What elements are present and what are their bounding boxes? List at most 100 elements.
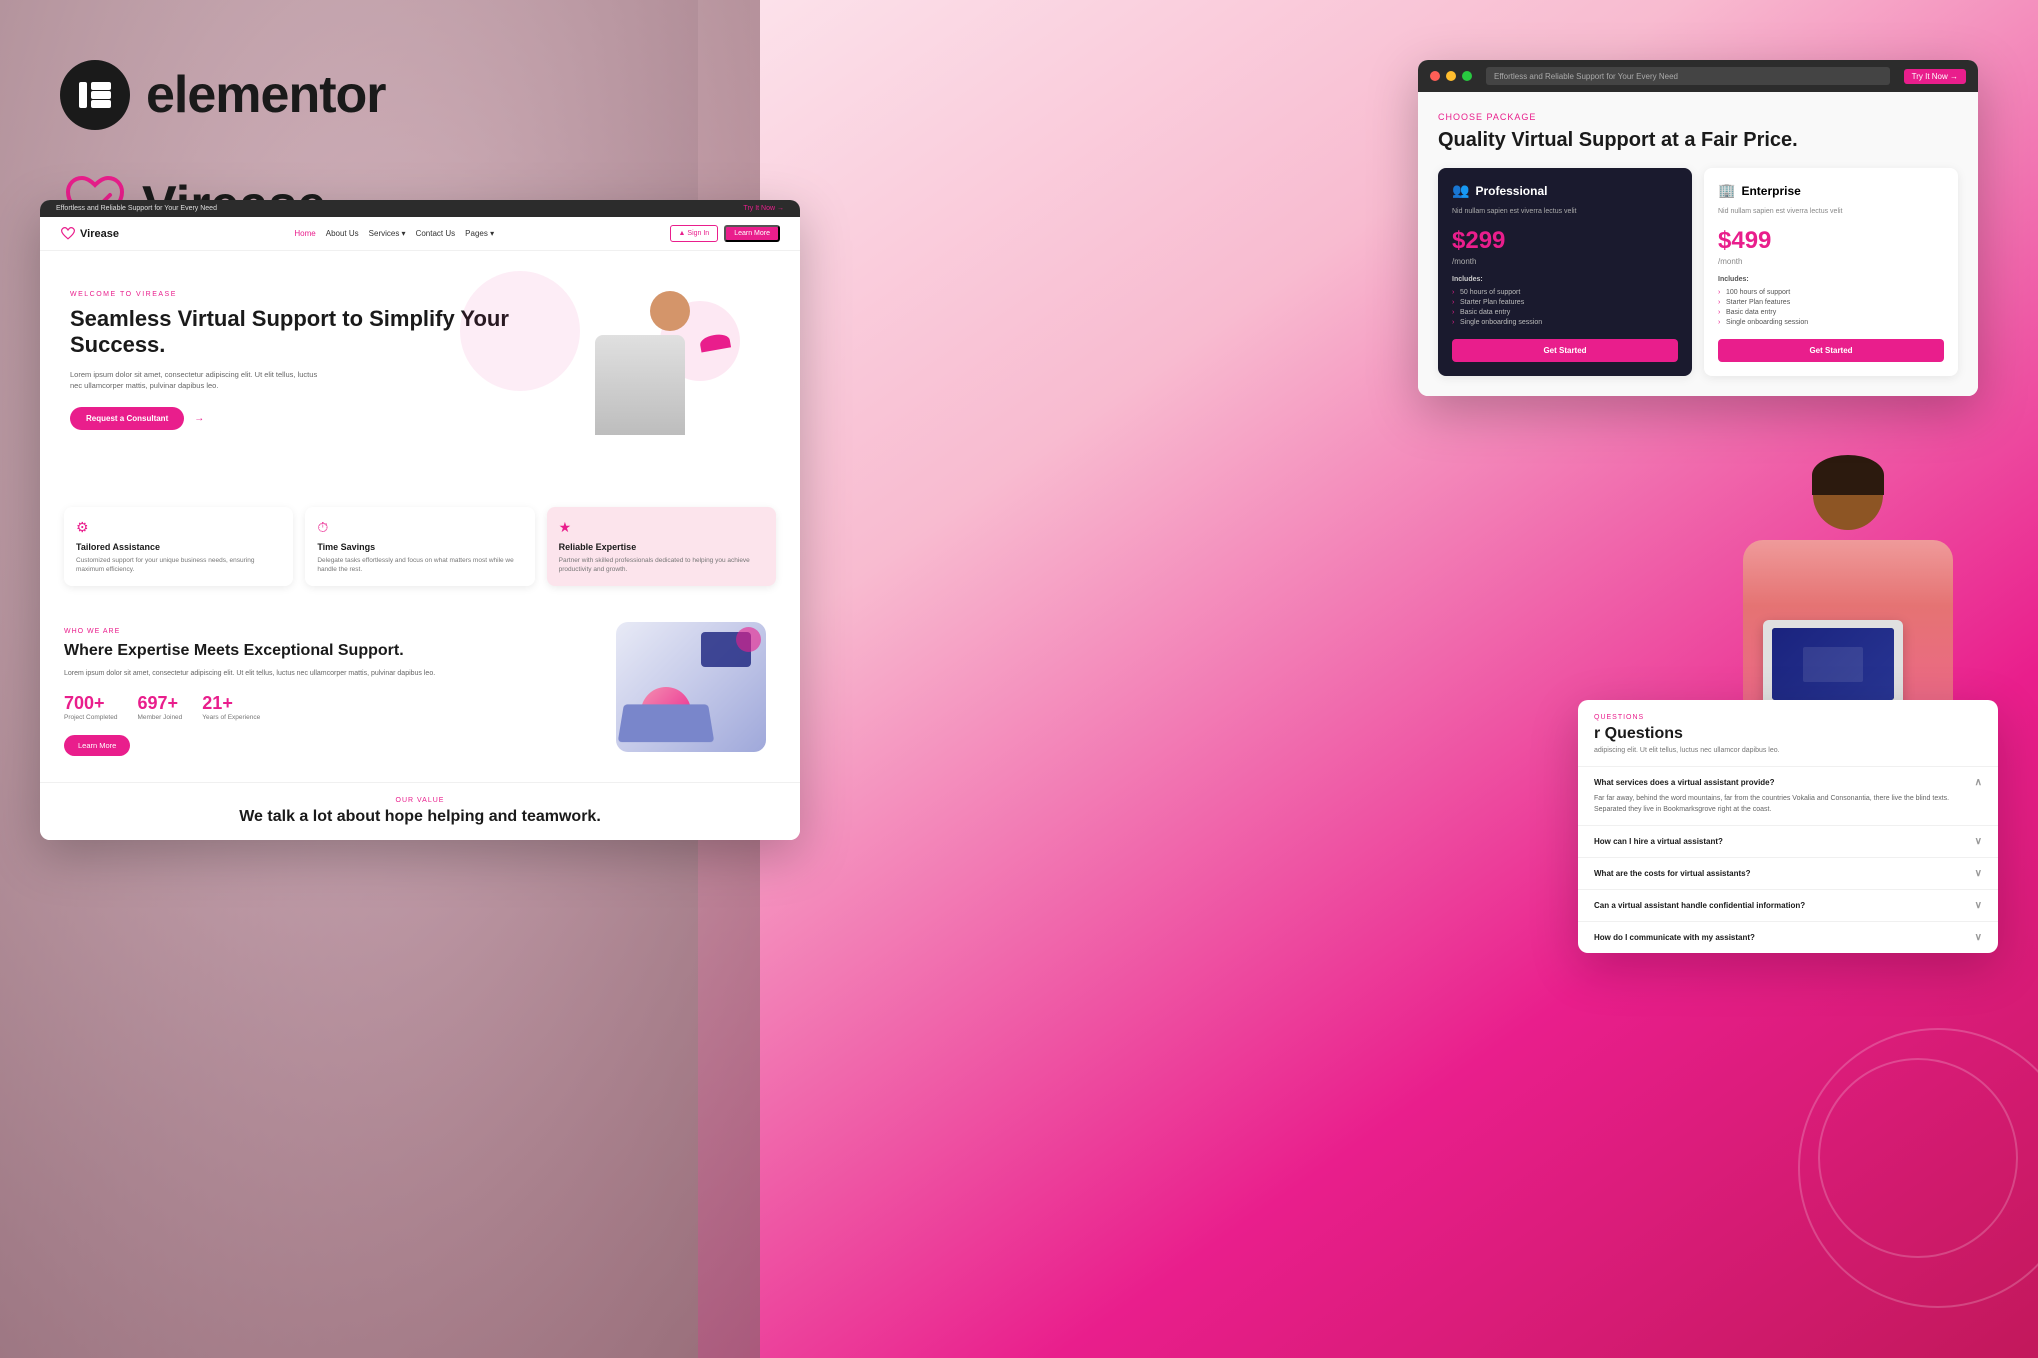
stat-number-1: 700+ <box>64 693 117 714</box>
pricing-cta-pro[interactable]: Get Started <box>1452 339 1678 362</box>
stat-label-1: Project Completed <box>64 714 117 721</box>
hero-image <box>570 281 770 481</box>
about-section: WHO WE ARE Where Expertise Meets Excepti… <box>40 602 800 782</box>
faq-chevron-5: ∨ <box>1975 932 1982 943</box>
faq-chevron-1: ∧ <box>1975 777 1982 788</box>
pricing-name-pro: Professional <box>1475 184 1547 198</box>
about-eyebrow: WHO WE ARE <box>64 628 596 635</box>
site-logo: Virease <box>60 226 119 242</box>
stat-3: 21+ Years of Experience <box>202 693 260 721</box>
stat-1: 700+ Project Completed <box>64 693 117 721</box>
woman-head <box>650 291 690 331</box>
nav-item-about[interactable]: About Us <box>326 229 359 238</box>
learnmore-button[interactable]: Learn More <box>724 225 780 242</box>
faq-item-3[interactable]: What are the costs for virtual assistant… <box>1578 857 1998 889</box>
faq-panel: QUESTIONS r Questions adipiscing elit. U… <box>1578 700 1998 953</box>
elementor-icon <box>60 60 130 130</box>
pricing-cta-ent[interactable]: Get Started <box>1718 339 1944 362</box>
pricing-feature-ent-2: Starter Plan features <box>1718 299 1944 306</box>
elementor-text: elementor <box>146 65 386 125</box>
about-desc: Lorem ipsum dolor sit amet, consectetur … <box>64 669 596 680</box>
faq-item-1[interactable]: What services does a virtual assistant p… <box>1578 766 1998 825</box>
faq-desc: adipiscing elit. Ut elit tellus, luctus … <box>1578 747 1998 766</box>
pricing-desc-ent: Nid nullam sapien est viverra lectus vel… <box>1718 207 1944 217</box>
pricing-icon-pro: 👥 <box>1452 182 1469 199</box>
browser-dot-yellow <box>1446 71 1456 81</box>
faq-chevron-3: ∨ <box>1975 868 1982 879</box>
nav-item-home[interactable]: Home <box>294 229 315 238</box>
about-cta-button[interactable]: Learn More <box>64 735 130 756</box>
about-image <box>616 622 776 762</box>
faq-answer-1: Far far away, behind the word mountains,… <box>1594 794 1982 815</box>
service-cards-row: ⚙ Tailored Assistance Customized support… <box>40 491 800 602</box>
main-browser: Effortless and Reliable Support for Your… <box>40 200 800 840</box>
nav-items: Home About Us Services ▾ Contact Us Page… <box>131 229 658 238</box>
pricing-price-pro: $299 <box>1452 227 1678 255</box>
pricing-icon-ent: 🏢 <box>1718 182 1735 199</box>
pricing-feature-ent-1: 100 hours of support <box>1718 289 1944 296</box>
pricing-feature-pro-2: Starter Plan features <box>1452 299 1678 306</box>
pricing-card-professional: 👥 Professional Nid nullam sapien est viv… <box>1438 168 1692 376</box>
hero-content: WELCOME TO VIREASE Seamless Virtual Supp… <box>70 281 570 430</box>
faq-eyebrow: QUESTIONS <box>1578 700 1998 725</box>
service-title-1: Tailored Assistance <box>76 542 281 552</box>
stats-row: 700+ Project Completed 697+ Member Joine… <box>64 693 596 721</box>
pricing-includes-ent: Includes: <box>1718 276 1944 283</box>
stat-label-2: Member Joined <box>137 714 182 721</box>
woman2-hair <box>1812 455 1884 495</box>
site-logo-icon <box>60 226 76 242</box>
service-card-1: ⚙ Tailored Assistance Customized support… <box>64 507 293 586</box>
hero-deco-circle <box>460 271 580 391</box>
announcement-cta[interactable]: Try It Now → <box>743 205 784 212</box>
nav-item-pages[interactable]: Pages ▾ <box>465 229 494 238</box>
pricing-period-pro: /month <box>1452 257 1678 266</box>
announcement-text: Effortless and Reliable Support for Your… <box>56 205 217 212</box>
woman2-head <box>1813 460 1883 530</box>
faq-item-5[interactable]: How do I communicate with my assistant? … <box>1578 921 1998 953</box>
faq-item-4[interactable]: Can a virtual assistant handle confident… <box>1578 889 1998 921</box>
pricing-includes-pro: Includes: <box>1452 276 1678 283</box>
isometric-bubble <box>736 627 761 652</box>
signin-button[interactable]: ▲ Sign In <box>670 225 719 242</box>
about-title: Where Expertise Meets Exceptional Suppor… <box>64 641 596 660</box>
pricing-cards: 👥 Professional Nid nullam sapien est viv… <box>1438 168 1958 376</box>
faq-question-1: What services does a virtual assistant p… <box>1594 777 1982 788</box>
elementor-logo: elementor <box>60 60 700 130</box>
faq-chevron-2: ∨ <box>1975 836 1982 847</box>
bottom-title: We talk a lot about hope helping and tea… <box>64 808 776 826</box>
pricing-label: CHOOSE PACKAGE <box>1438 112 1958 122</box>
topbar-cta[interactable]: Try It Now → <box>1904 69 1966 84</box>
service-icon-3: ★ <box>559 519 764 536</box>
pricing-card-enterprise: 🏢 Enterprise Nid nullam sapien est viver… <box>1704 168 1958 376</box>
announcement-bar: Effortless and Reliable Support for Your… <box>40 200 800 217</box>
pricing-feature-ent-3: Basic data entry <box>1718 309 1944 316</box>
pricing-feature-pro-3: Basic data entry <box>1452 309 1678 316</box>
service-desc-3: Partner with skilled professionals dedic… <box>559 556 764 574</box>
isometric-graphic <box>616 622 766 752</box>
service-icon-2: ⏱ <box>317 519 522 536</box>
hero-section: WELCOME TO VIREASE Seamless Virtual Supp… <box>40 251 800 491</box>
faq-item-2[interactable]: How can I hire a virtual assistant? ∨ <box>1578 825 1998 857</box>
pricing-card-header-pro: 👥 Professional <box>1452 182 1678 199</box>
about-content: WHO WE ARE Where Expertise Meets Excepti… <box>64 628 596 756</box>
service-desc-1: Customized support for your unique busin… <box>76 556 281 574</box>
pricing-card-header-ent: 🏢 Enterprise <box>1718 182 1944 199</box>
browser-address: Effortless and Reliable Support for Your… <box>1486 67 1890 85</box>
browser-dot-red <box>1430 71 1440 81</box>
site-logo-text: Virease <box>80 228 119 240</box>
nav-item-contact[interactable]: Contact Us <box>416 229 456 238</box>
nav-buttons: ▲ Sign In Learn More <box>670 225 780 242</box>
pricing-feature-pro-4: Single onboarding session <box>1452 319 1678 326</box>
pricing-browser: Effortless and Reliable Support for Your… <box>1418 60 1978 396</box>
laptop-display <box>1772 628 1894 700</box>
hero-cta-row: Request a Consultant → <box>70 407 570 430</box>
pricing-title: Quality Virtual Support at a Fair Price. <box>1438 128 1958 152</box>
faq-question-5: How do I communicate with my assistant? … <box>1594 932 1982 943</box>
stat-number-3: 21+ <box>202 693 260 714</box>
bottom-eyebrow: OUR VALUE <box>64 797 776 804</box>
pricing-feature-ent-4: Single onboarding session <box>1718 319 1944 326</box>
hero-cta-icon: → <box>194 413 204 424</box>
pricing-desc-pro: Nid nullam sapien est viverra lectus vel… <box>1452 207 1678 217</box>
nav-item-services[interactable]: Services ▾ <box>369 229 406 238</box>
hero-cta-button[interactable]: Request a Consultant <box>70 407 184 430</box>
